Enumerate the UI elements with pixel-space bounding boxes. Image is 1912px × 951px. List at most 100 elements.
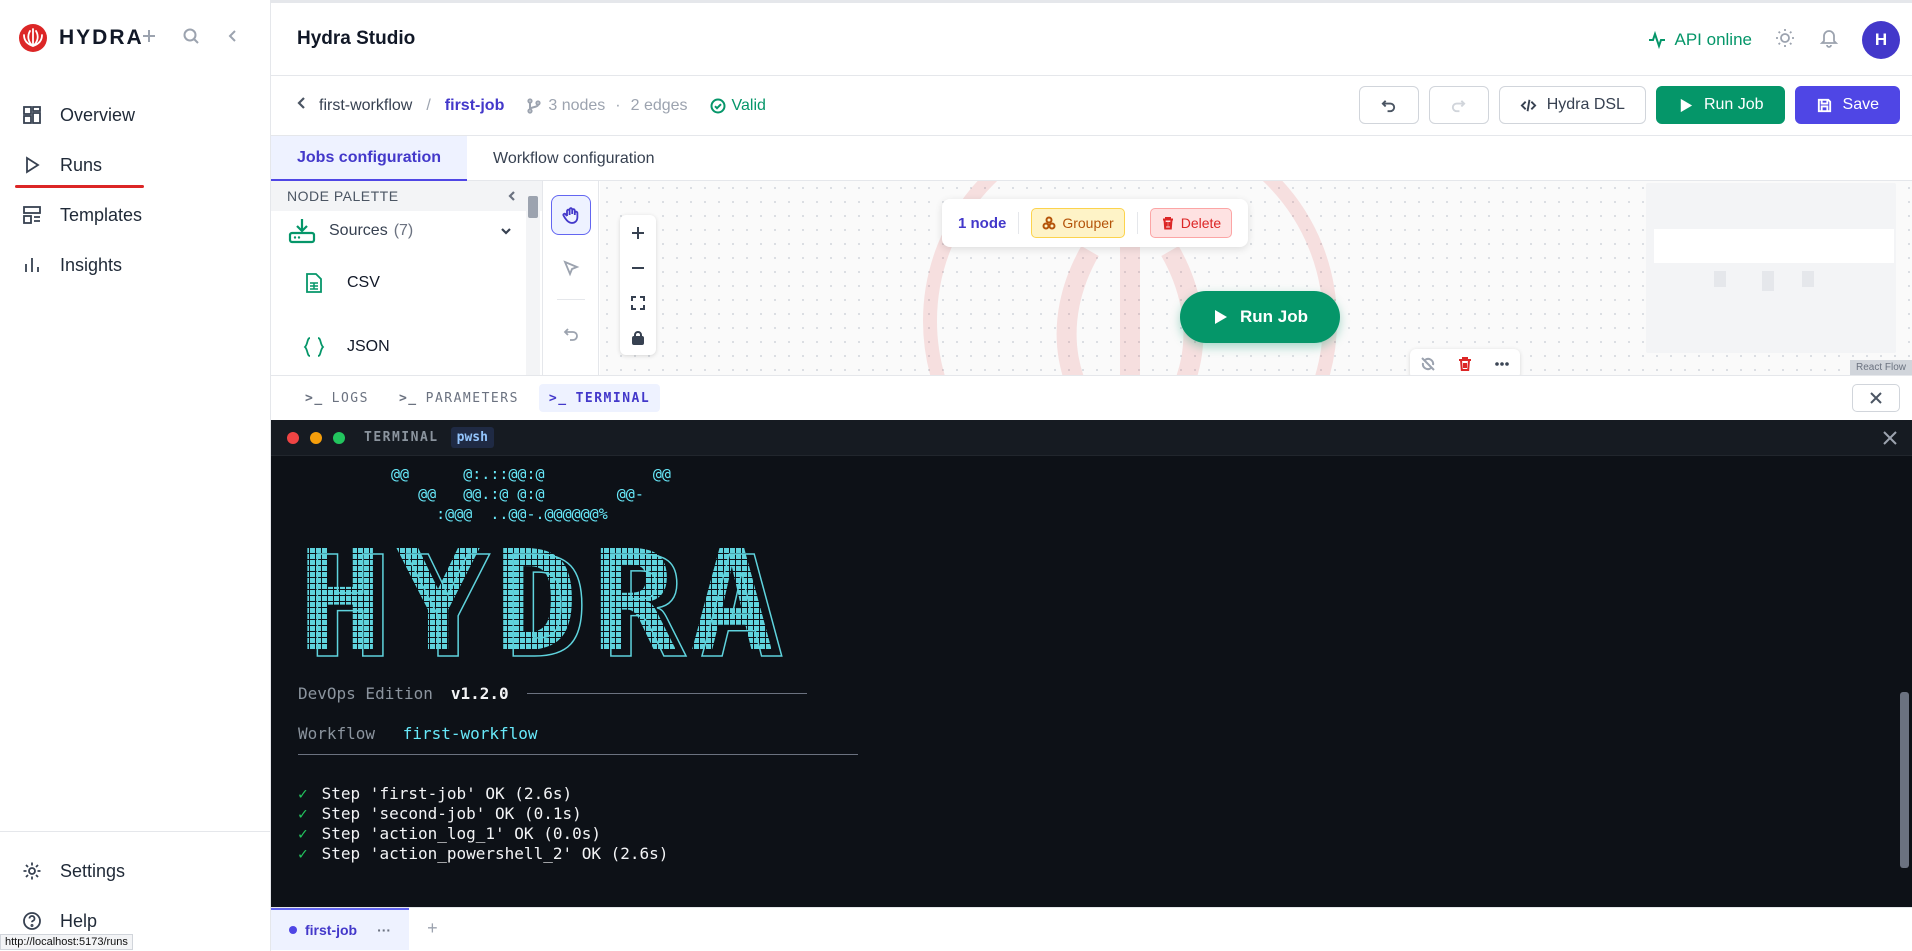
json-braces-icon (303, 337, 325, 357)
sidebar-item-label: Templates (60, 204, 143, 225)
group-icon (1042, 216, 1056, 230)
window-close-dot[interactable] (287, 431, 299, 444)
sidebar-item-overview[interactable]: Overview (0, 90, 271, 140)
insights-icon (25, 258, 39, 272)
hydra-dsl-label: Hydra DSL (1546, 96, 1625, 113)
breadcrumb: first-workflow / first-job 3 nodes · 2 e… (271, 76, 1912, 136)
run-job-label: Run Job (1703, 96, 1764, 113)
trash-icon (1162, 217, 1173, 230)
save-button[interactable]: Save (1794, 86, 1900, 124)
window-maximize-dot[interactable] (333, 431, 345, 444)
palette-item-csv[interactable]: CSV (271, 251, 542, 315)
step-text: Step 'action_powershell_2' OK (2.6s) (321, 844, 669, 863)
notifications-button[interactable] (1818, 27, 1840, 54)
undo-button[interactable] (1358, 86, 1419, 124)
sidebar-bottom: Settings Help (0, 831, 271, 946)
terminal-title: TERMINAL (364, 430, 439, 445)
job-tab-first-job[interactable]: first-job ··· (271, 907, 410, 950)
palette-item-label: JSON (347, 338, 390, 355)
close-terminal-button[interactable] (1882, 430, 1898, 450)
sidebar-item-runs[interactable]: Runs (0, 140, 271, 190)
tab-workflow-configuration[interactable]: Workflow configuration (467, 136, 681, 181)
hydra-dsl-button[interactable]: Hydra DSL (1498, 86, 1646, 124)
close-icon (1883, 431, 1897, 445)
ascii-line: :@@@ ..@@-.@@@@@@% (391, 505, 608, 523)
run-job-button[interactable]: Run Job (1655, 86, 1785, 124)
ascii-line: @@ @:.::@@:@ @@ (391, 465, 671, 483)
activity-icon (1648, 30, 1665, 50)
close-panel-button[interactable] (1852, 384, 1900, 412)
selection-divider (1018, 212, 1020, 234)
trash-icon[interactable] (1457, 356, 1473, 372)
job-tab-more-button[interactable]: ··· (377, 922, 391, 938)
sidebar-nav: Overview Runs Templates Insights (0, 90, 271, 290)
minimap-node (1714, 271, 1726, 287)
tab-jobs-configuration[interactable]: Jobs configuration (271, 136, 467, 181)
avatar[interactable]: H (1862, 21, 1900, 59)
sidebar-item-insights[interactable]: Insights (0, 240, 271, 290)
palette-item-json[interactable]: JSON (271, 315, 542, 375)
api-status: API online (1647, 30, 1752, 50)
tab-terminal[interactable]: >_ TERMINAL (538, 384, 661, 412)
canvas-run-job-button[interactable]: Run Job (1180, 291, 1340, 343)
terminal[interactable]: TERMINAL pwsh @@ @:.::@@:@ @@ @@ @@.:@ @… (271, 420, 1912, 907)
tab-label: PARAMETERS (425, 390, 519, 406)
grouper-button[interactable]: Grouper (1031, 208, 1125, 238)
ascii-art: @@ @:.::@@:@ @@ @@ @@.:@ @:@ @@- :@@@ ..… (391, 464, 671, 524)
edition-rule (526, 693, 807, 694)
collapse-sidebar-icon[interactable] (223, 26, 243, 46)
more-horizontal-icon[interactable] (1494, 356, 1510, 372)
delete-selection-button[interactable]: Delete (1149, 208, 1233, 238)
canvas-undo-button[interactable] (551, 314, 591, 354)
breadcrumb-workflow-link[interactable]: first-workflow (319, 97, 412, 115)
sidebar-item-label: Runs (60, 154, 103, 175)
window-minimize-dot[interactable] (310, 431, 322, 444)
breadcrumb-current-job: first-job (444, 96, 505, 114)
step-line: ✓ Step 'second-job' OK (0.1s) (298, 804, 668, 824)
back-button[interactable] (295, 96, 319, 115)
tab-prefix: >_ (548, 390, 568, 406)
add-job-tab-button[interactable]: + (427, 918, 438, 939)
redo-button[interactable] (1428, 86, 1489, 124)
play-icon (26, 156, 40, 174)
fit-view-button[interactable] (620, 285, 656, 320)
node-toolbar (1410, 349, 1520, 375)
step-line: ✓ Step 'action_powershell_2' OK (2.6s) (298, 844, 668, 864)
download-tray-icon (288, 219, 316, 244)
check-circle-icon (710, 98, 726, 113)
theme-toggle-button[interactable] (1774, 27, 1796, 54)
tab-parameters[interactable]: >_ PARAMETERS (389, 384, 529, 412)
tab-logs[interactable]: >_ LOGS (295, 384, 379, 412)
workflow-canvas[interactable]: 1 node Grouper Delete Run Job React Flow (600, 181, 1912, 375)
lock-button[interactable] (620, 320, 656, 355)
git-branch-icon (527, 97, 541, 114)
palette-scrollbar[interactable] (528, 196, 538, 218)
step-line: ✓ Step 'action_log_1' OK (0.0s) (298, 824, 668, 844)
plus-icon[interactable] (139, 26, 159, 46)
palette-group-sources[interactable]: Sources (7) (271, 211, 542, 251)
minimap[interactable] (1646, 183, 1896, 353)
topbar: Hydra Studio API online H (271, 0, 1912, 76)
plus-icon (632, 226, 644, 239)
workflow-rule (298, 754, 858, 755)
minimap-node (1762, 271, 1774, 291)
overview-icon (23, 106, 41, 124)
disable-node-icon[interactable] (1420, 356, 1436, 372)
step-text: Step 'first-job' OK (2.6s) (321, 784, 573, 803)
terminal-scrollbar[interactable] (1900, 692, 1909, 868)
search-icon[interactable] (181, 26, 201, 46)
zoom-out-button[interactable] (620, 250, 656, 285)
terminal-shell-badge: pwsh (450, 427, 494, 448)
page-title: Hydra Studio (297, 28, 416, 49)
react-flow-attribution[interactable]: React Flow (1849, 360, 1912, 375)
panel-tabs: >_ LOGS >_ PARAMETERS >_ TERMINAL (271, 375, 1912, 420)
sidebar-item-templates[interactable]: Templates (0, 190, 271, 240)
collapse-palette-icon[interactable] (506, 190, 518, 202)
select-tool-button[interactable] (551, 249, 591, 289)
pan-tool-button[interactable] (550, 195, 591, 235)
config-tabs: Jobs configuration Workflow configuratio… (271, 136, 1912, 181)
zoom-in-button[interactable] (620, 215, 656, 250)
check-icon: ✓ (298, 824, 308, 843)
sidebar-item-settings[interactable]: Settings (0, 846, 271, 896)
zoom-controls (620, 215, 656, 355)
